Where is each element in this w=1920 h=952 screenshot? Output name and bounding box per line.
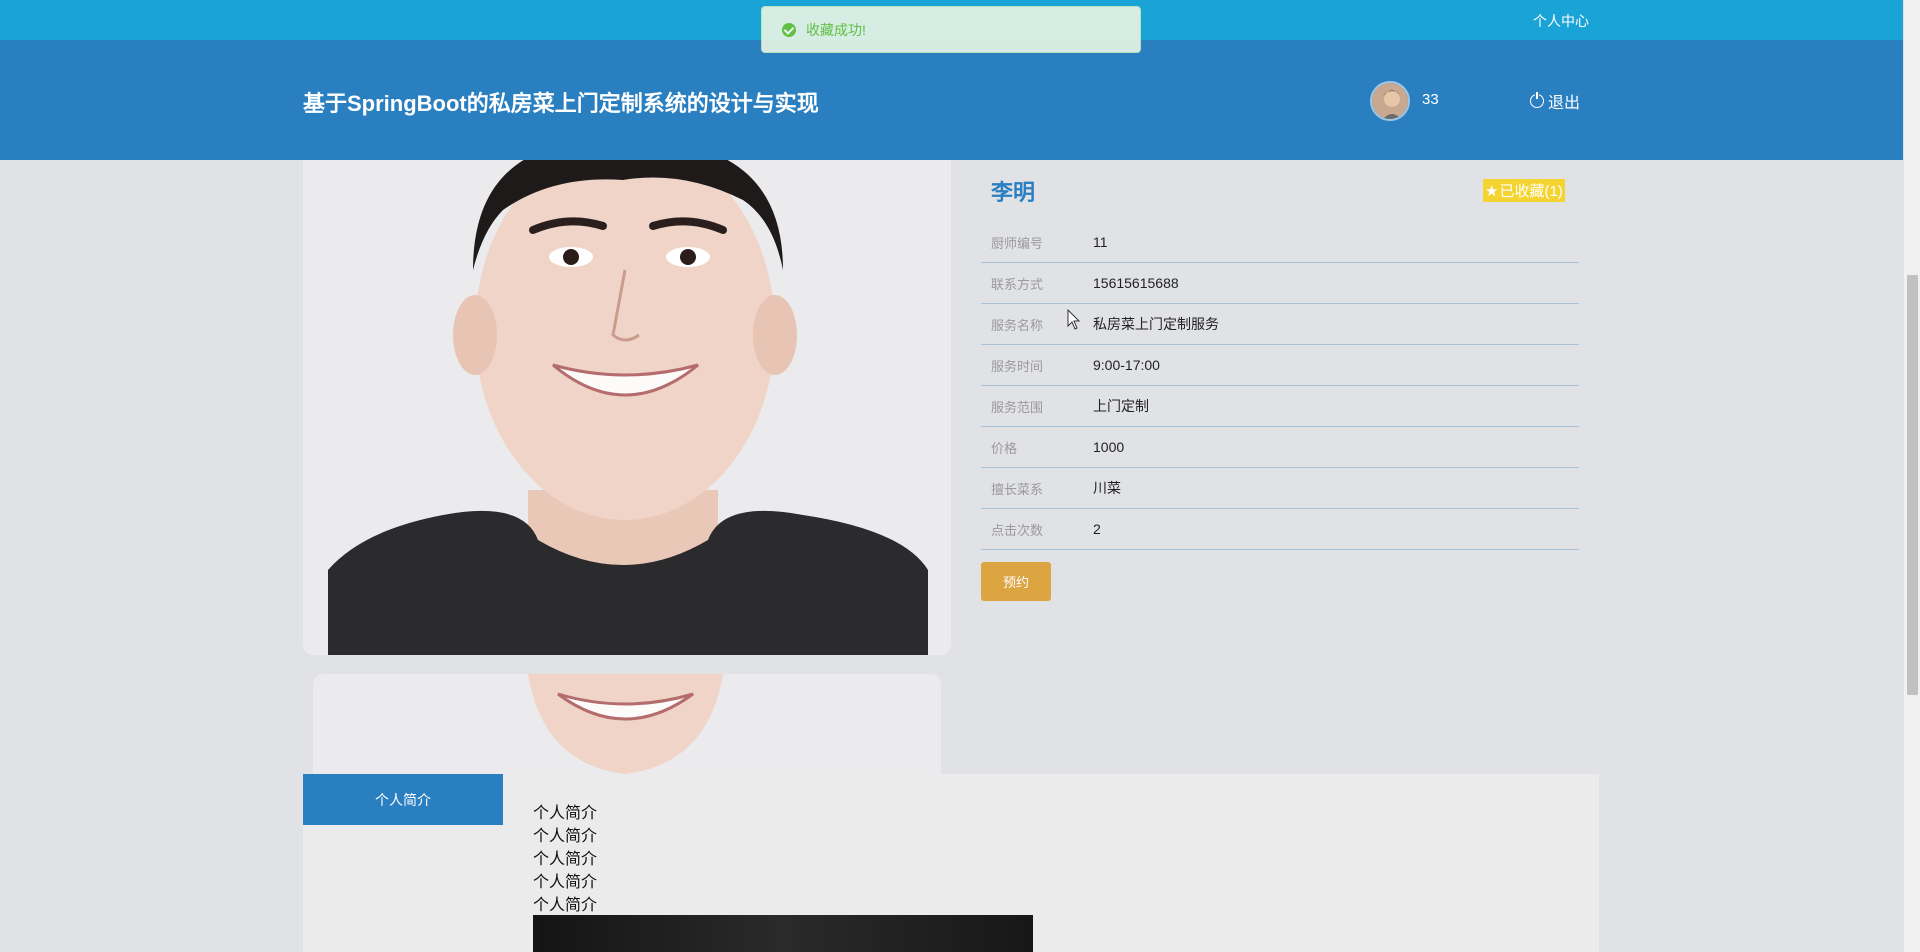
logout-button[interactable]: 退出	[1530, 89, 1580, 113]
thumbnail-image	[313, 674, 941, 774]
power-icon	[1530, 92, 1544, 108]
info-row: 服务时间 9:00-17:00	[981, 345, 1579, 386]
info-row: 服务范围 上门定制	[981, 386, 1579, 427]
info-label: 服务时间	[991, 358, 1044, 374]
info-row: 联系方式 15615615688	[981, 263, 1579, 304]
mouse-cursor-icon	[1067, 309, 1081, 330]
success-toast: 收藏成功!	[761, 6, 1141, 53]
chef-photo	[303, 160, 951, 655]
info-row: 点击次数 2	[981, 509, 1579, 550]
info-value: 上门定制	[1093, 398, 1149, 414]
info-label: 联系方式	[991, 276, 1044, 292]
site-title: 基于SpringBoot的私房菜上门定制系统的设计与实现	[303, 91, 819, 116]
info-label: 厨师编号	[991, 235, 1044, 251]
intro-line: 个人简介	[533, 805, 598, 822]
scrollbar-thumb[interactable]	[1907, 275, 1918, 695]
chef-info-table: 厨师编号 11 联系方式 15615615688 服务名称 私房菜上门定制服务 …	[981, 222, 1579, 550]
chef-name: 李明	[991, 180, 1036, 205]
intro-line: 个人简介	[533, 828, 598, 845]
tab-personal-intro[interactable]: 个人简介	[303, 774, 503, 825]
logout-label: 退出	[1548, 95, 1581, 112]
username: 33	[1422, 91, 1439, 108]
info-value: 川菜	[1093, 480, 1121, 496]
info-label: 价格	[991, 440, 1018, 456]
intro-image	[533, 915, 1033, 952]
info-value: 15615615688	[1093, 275, 1179, 291]
star-icon: ★	[1485, 182, 1499, 200]
info-value: 1000	[1093, 439, 1125, 455]
toast-message: 收藏成功!	[806, 21, 866, 38]
check-circle-icon	[782, 22, 796, 37]
info-row: 擅长菜系 川菜	[981, 468, 1579, 509]
intro-text: 个人简介 个人简介 个人简介 个人简介 个人简介	[533, 802, 597, 917]
user-center-link[interactable]: 个人中心	[1533, 11, 1589, 31]
info-row: 价格 1000	[981, 427, 1579, 468]
book-button[interactable]: 预约	[981, 562, 1051, 601]
intro-line: 个人简介	[533, 874, 598, 891]
avatar[interactable]	[1370, 81, 1410, 121]
page-scrollbar[interactable]	[1903, 0, 1920, 952]
info-value: 11	[1093, 234, 1108, 250]
favorite-label: 已收藏(1)	[1499, 183, 1563, 200]
favorite-button[interactable]: ★ 已收藏(1)	[1483, 179, 1565, 202]
avatar-image	[1372, 83, 1408, 119]
info-value: 2	[1093, 521, 1101, 537]
chef-portrait-image	[303, 160, 951, 655]
chef-photo-thumbnail[interactable]	[313, 674, 941, 774]
info-row: 厨师编号 11	[981, 222, 1579, 263]
info-label: 点击次数	[991, 522, 1044, 538]
info-value: 9:00-17:00	[1093, 357, 1160, 373]
info-label: 擅长菜系	[991, 481, 1044, 497]
header: 基于SpringBoot的私房菜上门定制系统的设计与实现 33 退出	[0, 40, 1903, 160]
intro-line: 个人简介	[533, 897, 598, 914]
info-label: 服务范围	[991, 399, 1044, 415]
info-value: 私房菜上门定制服务	[1093, 316, 1219, 332]
intro-line: 个人简介	[533, 851, 598, 868]
